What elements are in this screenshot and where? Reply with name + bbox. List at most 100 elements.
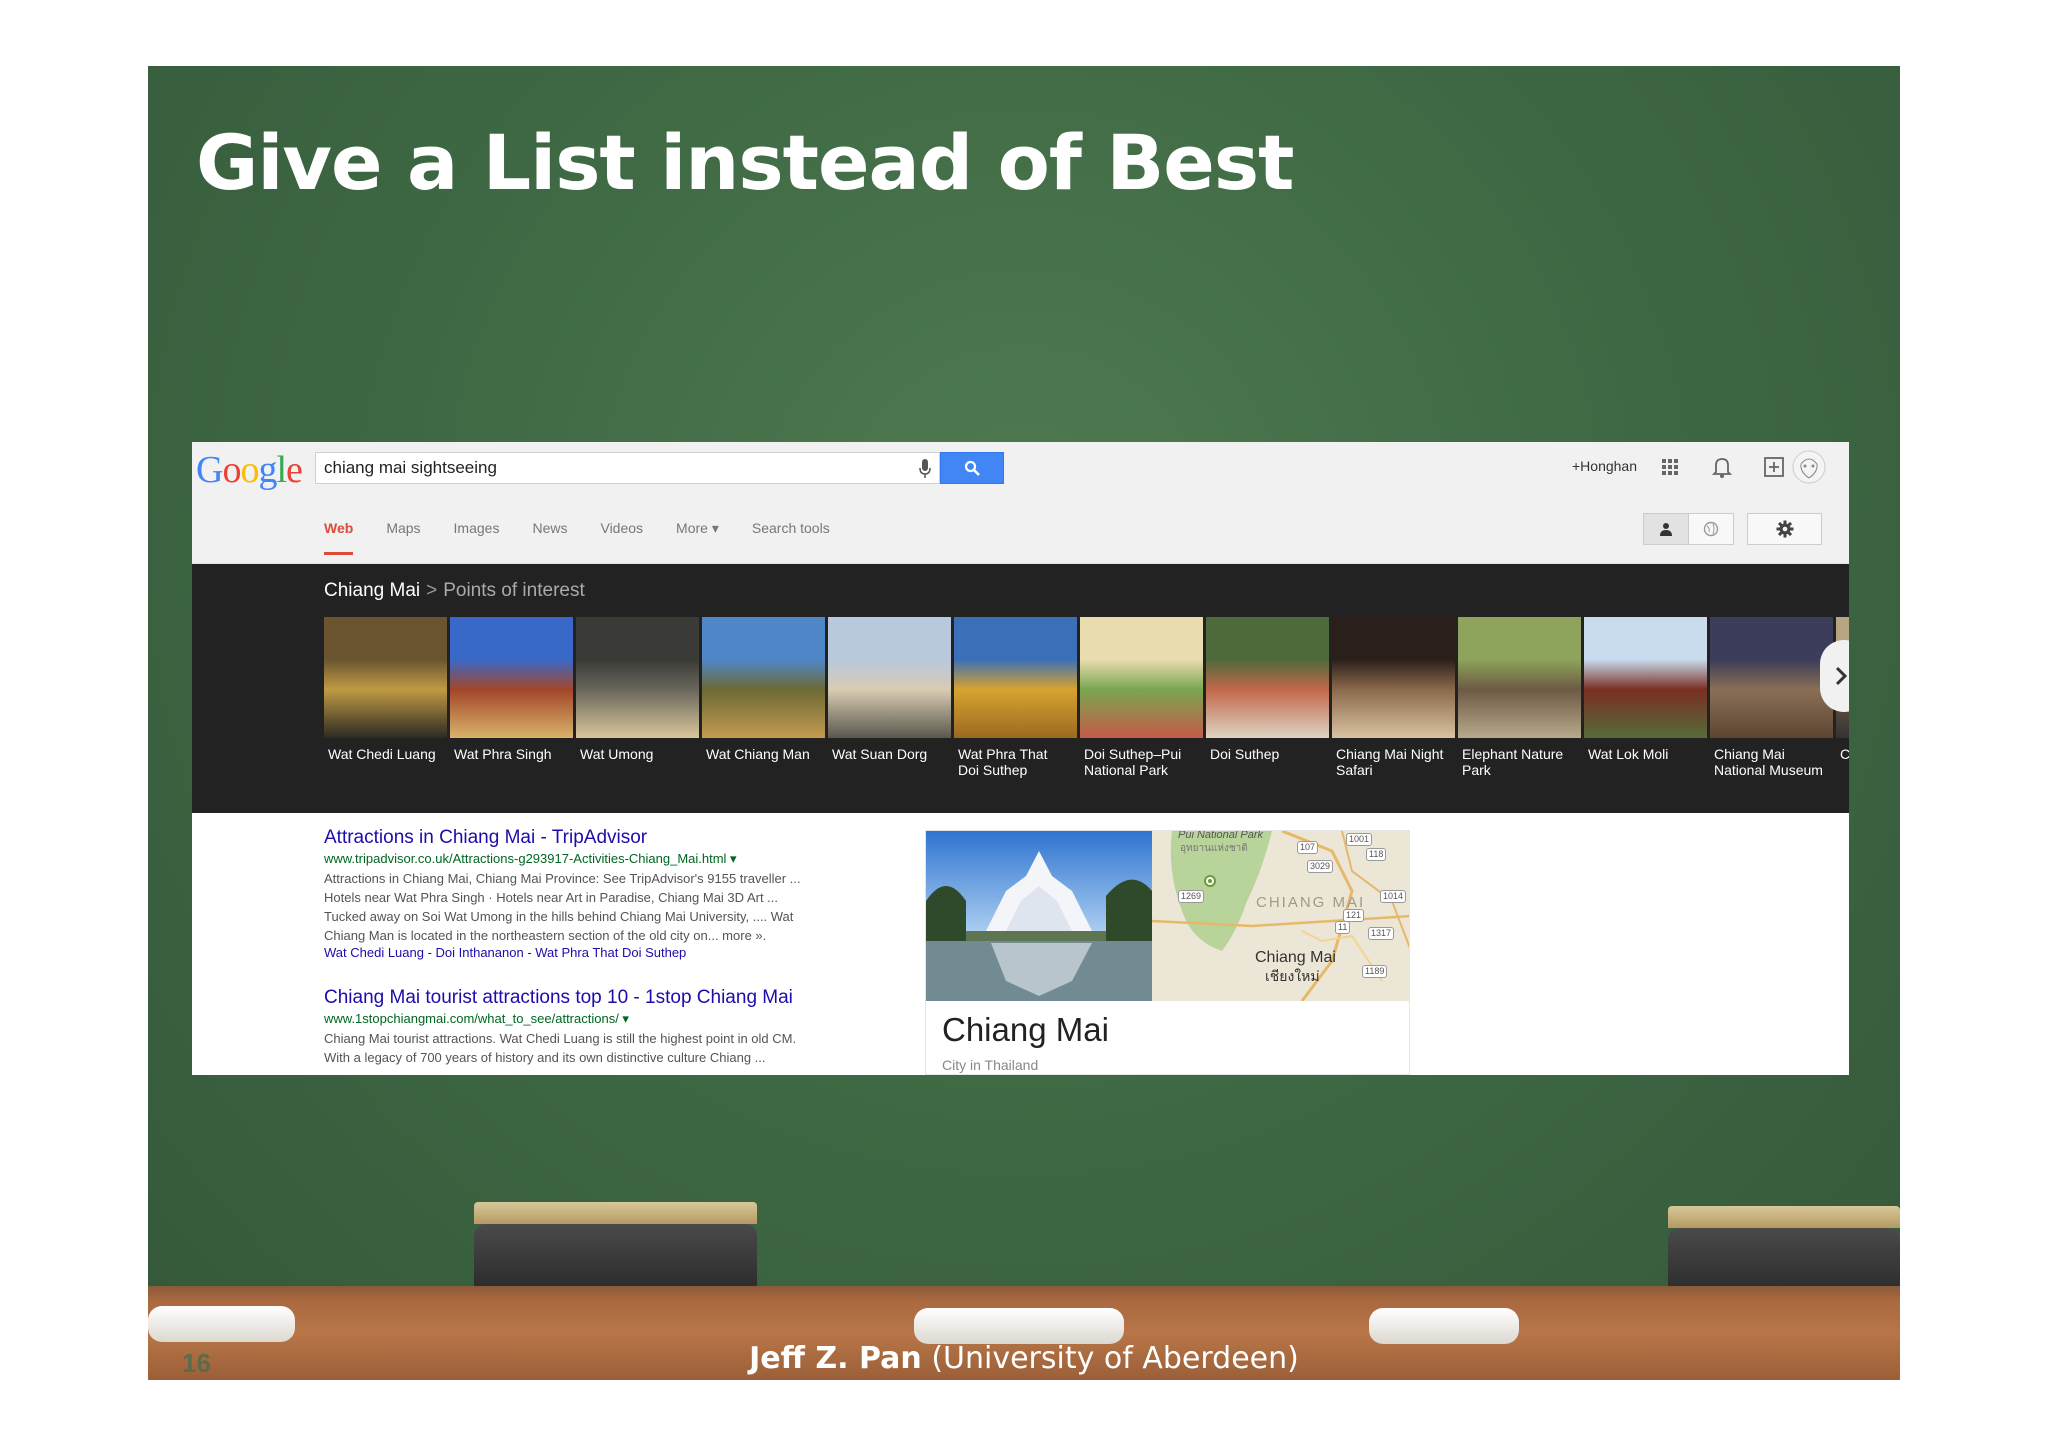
carousel-card-image[interactable] [324,617,447,738]
tab-search-tools[interactable]: Search tools [752,520,830,555]
carousel-card[interactable]: Wat Umong [576,617,699,778]
chalk-stick [914,1308,1124,1344]
map-road-number: 1317 [1368,927,1395,940]
tab-news[interactable]: News [532,520,567,555]
breadcrumb-city[interactable]: Chiang Mai [324,580,420,601]
settings-button[interactable] [1747,513,1822,545]
gear-icon [1776,520,1793,538]
microphone-icon[interactable] [919,459,931,479]
carousel-card-image[interactable] [576,617,699,738]
eraser [474,1202,757,1290]
footer-affiliation: (University of Aberdeen) [921,1341,1299,1376]
carousel-card-image[interactable] [954,617,1077,738]
tab-more[interactable]: More ▾ [676,520,719,555]
global-results-button[interactable] [1689,514,1733,544]
knowledge-panel-title: Chiang Mai [942,1011,1109,1048]
tab-images[interactable]: Images [454,520,500,555]
personal-results-toggle [1643,513,1734,545]
map-city-label: Chiang Mai [1255,949,1336,966]
search-result: Attractions in Chiang Mai - TripAdvisor … [324,827,884,960]
slide-footer: Jeff Z. Pan (University of Aberdeen) [148,1341,1900,1376]
carousel-card-image[interactable] [1458,617,1581,738]
knowledge-panel: Pui National Park อุทยานแห่งชาติ CHIANG … [925,830,1410,1075]
carousel-card[interactable]: Wat Chiang Man [702,617,825,778]
knowledge-panel-photo[interactable] [926,831,1152,1001]
bell-icon[interactable] [1709,454,1735,480]
map-city-label-thai: เชียงใหม่ [1265,968,1320,984]
carousel-card[interactable]: Chiang Mai Night Safari [1332,617,1455,778]
carousel-card-image[interactable] [828,617,951,738]
carousel-card-label: Doi Suthep–Pui National Park [1084,746,1182,778]
chevron-right-icon [1835,666,1848,686]
share-plus-icon[interactable] [1761,454,1787,480]
personal-results-button[interactable] [1644,514,1689,544]
result-url[interactable]: www.tripadvisor.co.uk/Attractions-g29391… [324,851,884,867]
result-title-link[interactable]: Attractions in Chiang Mai - TripAdvisor [324,827,884,849]
avatar[interactable] [1792,450,1826,484]
google-top-bar: Google +Honghan [192,442,1849,564]
carousel-card[interactable]: Wat Phra That Doi Suthep [954,617,1077,778]
carousel-card-label: Wat Phra That Doi Suthep [958,746,1048,778]
carousel-card[interactable]: Wat Lok Moli [1584,617,1707,778]
carousel-card-label: Elephant Nature Park [1462,746,1564,778]
map-road-number: 118 [1366,848,1387,861]
map-park-label-thai: อุทยานแห่งชาติ [1180,843,1248,854]
globe-icon [1703,521,1719,537]
map-park-label: Pui National Park [1178,830,1263,841]
carousel-card[interactable]: Doi Suthep [1206,617,1329,778]
result-snippet: Chiang Mai tourist attractions. Wat Ched… [324,1031,797,1065]
result-url[interactable]: www.1stopchiangmai.com/what_to_see/attra… [324,1011,884,1027]
carousel-card[interactable]: Doi Suthep–Pui National Park [1080,617,1203,778]
result-snippet: Attractions in Chiang Mai, Chiang Mai Pr… [324,871,801,943]
apps-grid-icon[interactable] [1657,454,1683,480]
search-icon [964,460,980,476]
google-search-screenshot: Google +Honghan [192,442,1849,1075]
eraser [1668,1206,1900,1294]
carousel-card-image[interactable] [1710,617,1833,738]
map-road-number: 1001 [1346,833,1373,846]
result-title-link[interactable]: Chiang Mai tourist attractions top 10 - … [324,987,884,1009]
carousel-card[interactable]: Wat Phra Singh [450,617,573,778]
breadcrumb-category: Points of interest [443,580,585,601]
carousel-card-image[interactable] [702,617,825,738]
carousel-card-label: Wat Lok Moli [1588,746,1669,762]
carousel-card-image[interactable] [450,617,573,738]
tab-maps[interactable]: Maps [386,520,420,555]
carousel-card[interactable]: Chiang Mai National Museum [1710,617,1833,778]
carousel-card[interactable]: Wat Chedi Luang [324,617,447,778]
footer-author: Jeff Z. Pan [749,1341,922,1376]
chevron-right-icon: > [426,580,438,601]
carousel-card-image[interactable] [1584,617,1707,738]
google-logo[interactable]: Google [196,448,303,492]
carousel-card-image[interactable] [1080,617,1203,738]
carousel-card-label: Wat Umong [580,746,654,762]
search-button[interactable] [940,452,1004,484]
search-box[interactable] [315,452,940,484]
slide: Give a List instead of Best Google chian… [148,66,1900,1380]
search-input[interactable] [324,458,884,478]
chalk-stick [1369,1308,1519,1344]
map-road-number: 1189 [1362,965,1388,978]
map-road-number: 3029 [1307,860,1334,873]
carousel-card-label: Wat Phra Singh [454,746,552,762]
slide-title: Give a List instead of Best [196,118,1294,207]
carousel-next-button[interactable] [1820,640,1849,712]
carousel-card[interactable]: Elephant Nature Park [1458,617,1581,778]
person-icon [1660,523,1672,536]
carousel-card-image[interactable] [1206,617,1329,738]
map-road-number: 1269 [1178,890,1205,903]
tab-web[interactable]: Web [324,520,354,555]
result-sitelinks[interactable]: Wat Chedi Luang - Doi Inthananon - Wat P… [324,945,884,960]
chalk-stick [148,1306,295,1342]
carousel-card-label: Wat Chedi Luang [328,746,436,762]
carousel-card-label: Doi Suthep [1210,746,1280,762]
carousel-card-label: Wat Chiang Man [706,746,810,762]
map-road-number: 1014 [1380,890,1407,903]
points-of-interest-carousel: Chiang Mai > Points of interest Wat Chedi … [192,564,1849,813]
carousel-card[interactable]: Wat Suan Dorg [828,617,951,778]
carousel-card-image[interactable] [1332,617,1455,738]
account-link[interactable]: +Honghan [1572,458,1637,474]
search-tabs: Web Maps Images News Videos More ▾ Searc… [324,520,863,555]
carousel-card-label: Chiang Mai Night Safari [1336,746,1444,778]
tab-videos[interactable]: Videos [600,520,643,555]
